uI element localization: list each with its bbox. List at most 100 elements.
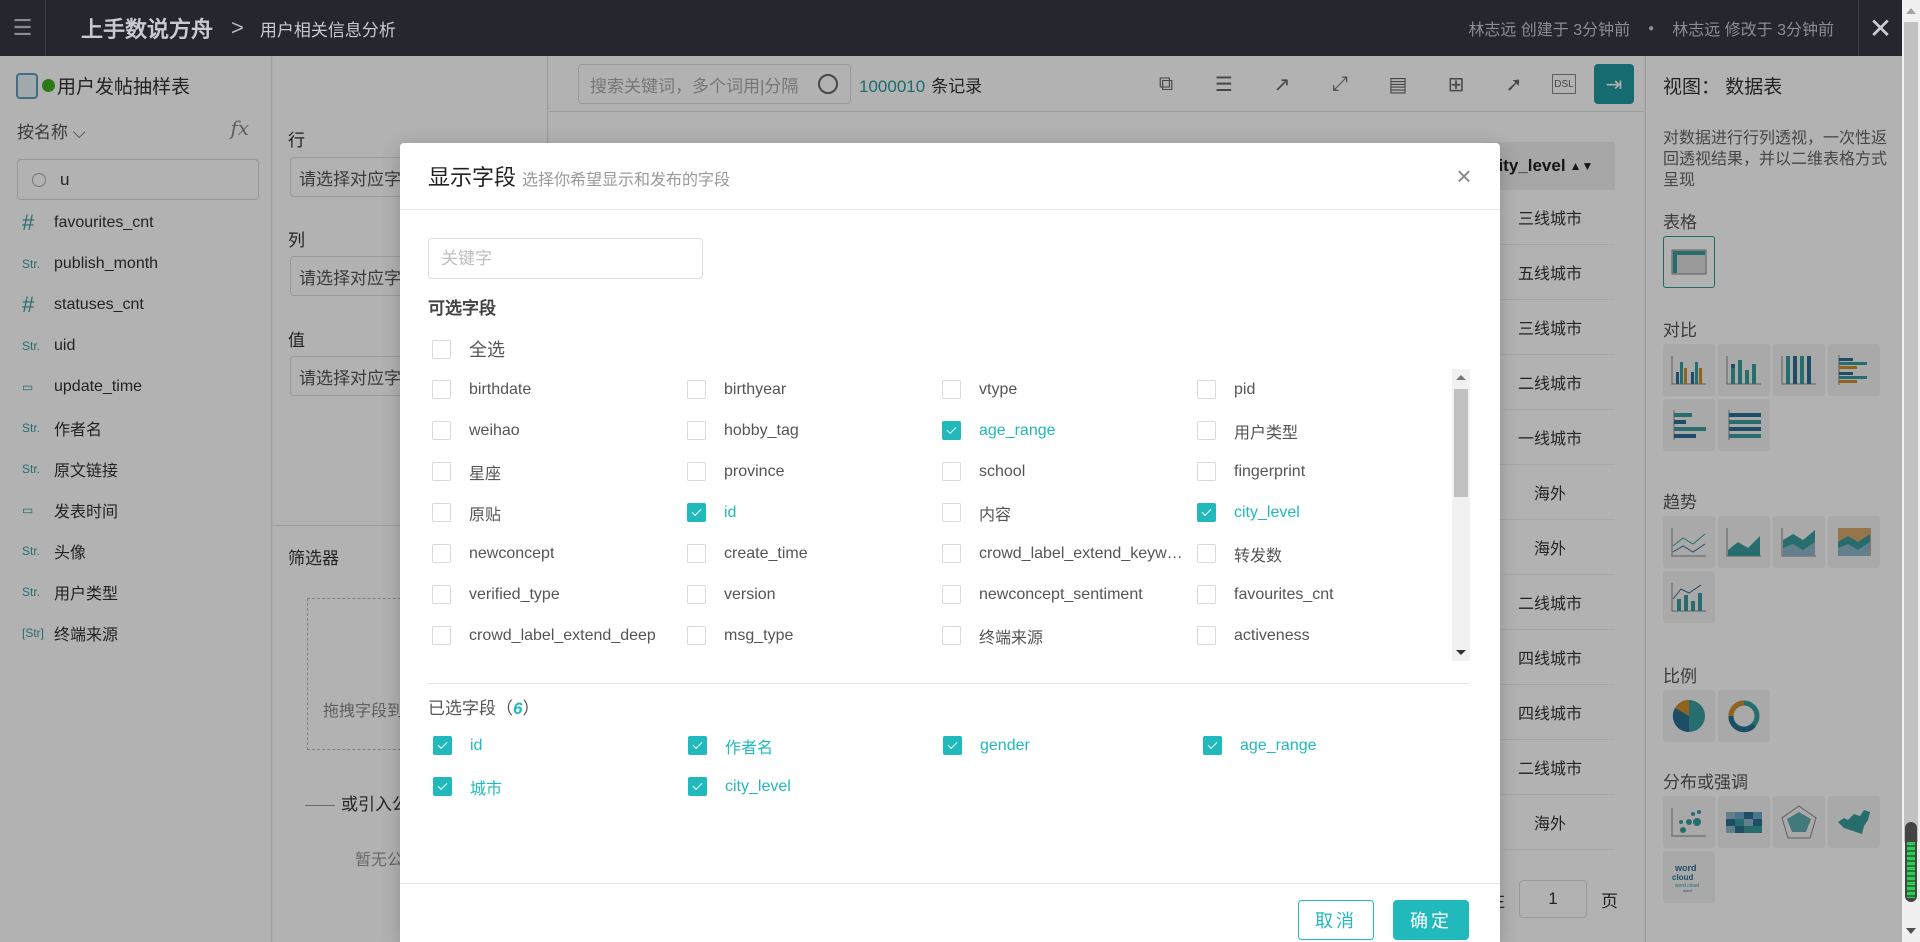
checkbox[interactable] xyxy=(1197,544,1216,563)
scroll-thumb[interactable] xyxy=(1454,389,1468,497)
field-checkbox-item[interactable]: birthdate xyxy=(428,369,683,410)
field-checkbox-item[interactable]: weihao xyxy=(428,410,683,451)
field-checkbox-item[interactable]: age_range xyxy=(938,410,1193,451)
field-checkbox-item[interactable]: newconcept xyxy=(428,533,683,574)
created-info: 林志远 创建于 3分钟前 xyxy=(1468,22,1631,39)
scroll-thumb[interactable] xyxy=(1904,22,1918,842)
scroll-down-icon[interactable] xyxy=(1456,650,1466,655)
field-checkbox-item[interactable]: version xyxy=(683,574,938,615)
field-checkbox-item[interactable]: activeness xyxy=(1193,615,1448,656)
checkbox[interactable] xyxy=(687,380,706,399)
checkbox[interactable] xyxy=(942,503,961,522)
checkbox[interactable] xyxy=(942,544,961,563)
checkbox[interactable] xyxy=(432,380,451,399)
scroll-up-icon[interactable] xyxy=(1906,8,1916,14)
selected-field-item[interactable]: id xyxy=(428,725,683,766)
checkbox[interactable] xyxy=(1197,585,1216,604)
scroll-up-icon[interactable] xyxy=(1456,375,1466,380)
confirm-button[interactable]: 确定 xyxy=(1393,900,1469,940)
checkbox-checked[interactable] xyxy=(1197,503,1216,522)
selected-field-label: gender xyxy=(980,736,1030,754)
scroll-down-icon[interactable] xyxy=(1906,928,1916,934)
selected-field-item[interactable]: 作者名 xyxy=(683,725,938,766)
checkbox[interactable] xyxy=(1197,626,1216,645)
dialog-title: 显示字段 xyxy=(428,165,517,190)
field-checkbox-item[interactable]: 转发数 xyxy=(1193,533,1448,574)
hamburger-menu-icon[interactable]: ☰ xyxy=(0,0,46,56)
field-label: birthyear xyxy=(724,380,787,398)
select-all-checkbox[interactable]: 全选 xyxy=(432,336,505,362)
window-scrollbar[interactable] xyxy=(1902,0,1920,942)
checkbox-checked[interactable] xyxy=(687,503,706,522)
checkbox[interactable] xyxy=(1197,380,1216,399)
checkbox[interactable] xyxy=(687,544,706,563)
cancel-button[interactable]: 取消 xyxy=(1298,900,1374,940)
field-checkbox-item[interactable]: pid xyxy=(1193,369,1448,410)
field-checkbox-item[interactable]: 终端来源 xyxy=(938,615,1193,656)
checkbox[interactable] xyxy=(432,544,451,563)
field-label: activeness xyxy=(1234,626,1310,644)
field-checkbox-item[interactable]: id xyxy=(683,492,938,533)
keyword-input[interactable] xyxy=(428,238,703,279)
field-checkbox-item[interactable]: fingerprint xyxy=(1193,451,1448,492)
field-checkbox-item[interactable]: province xyxy=(683,451,938,492)
field-checkbox-item[interactable]: 原贴 xyxy=(428,492,683,533)
checkbox[interactable] xyxy=(942,585,961,604)
field-checkbox-item[interactable]: 内容 xyxy=(938,492,1193,533)
selected-label: 已选字段（ xyxy=(428,699,513,718)
field-label: newconcept_sentiment xyxy=(979,585,1143,603)
checkbox[interactable] xyxy=(942,626,961,645)
checkbox[interactable] xyxy=(687,585,706,604)
field-checkbox-item[interactable]: city_level xyxy=(1193,492,1448,533)
checkbox[interactable] xyxy=(942,462,961,481)
checkbox[interactable] xyxy=(432,585,451,604)
field-checkbox-item[interactable]: favourites_cnt xyxy=(1193,574,1448,615)
checkbox[interactable] xyxy=(432,421,451,440)
checkbox[interactable] xyxy=(687,462,706,481)
checkbox[interactable] xyxy=(1197,421,1216,440)
checkbox[interactable] xyxy=(432,626,451,645)
field-checkbox-item[interactable]: 用户类型 xyxy=(1193,410,1448,451)
dialog-header: 显示字段 选择你希望显示和发布的字段 xyxy=(400,143,1500,210)
field-checkbox-item[interactable]: school xyxy=(938,451,1193,492)
checkbox[interactable] xyxy=(432,503,451,522)
checkbox[interactable] xyxy=(432,462,451,481)
checkbox[interactable] xyxy=(687,626,706,645)
field-checkbox-item[interactable]: verified_type xyxy=(428,574,683,615)
field-checkbox-item[interactable]: newconcept_sentiment xyxy=(938,574,1193,615)
checkbox[interactable] xyxy=(1197,462,1216,481)
field-checkbox-item[interactable]: crowd_label_extend_keyword xyxy=(938,533,1193,574)
checkbox-checked[interactable] xyxy=(433,777,452,796)
close-icon[interactable]: × xyxy=(1452,163,1476,189)
checkbox-checked[interactable] xyxy=(1203,736,1222,755)
close-icon[interactable]: ✕ xyxy=(1858,0,1902,56)
checkbox-checked[interactable] xyxy=(688,736,707,755)
field-checkbox-item[interactable]: msg_type xyxy=(683,615,938,656)
checkbox[interactable] xyxy=(687,421,706,440)
selected-field-item[interactable]: city_level xyxy=(683,766,938,807)
field-checkbox-item[interactable]: crowd_label_extend_deep xyxy=(428,615,683,656)
field-label: 终端来源 xyxy=(979,629,1044,647)
checkbox-checked[interactable] xyxy=(942,421,961,440)
checkbox-checked[interactable] xyxy=(433,736,452,755)
field-checkbox-item[interactable]: hobby_tag xyxy=(683,410,938,451)
field-label: age_range xyxy=(979,421,1056,439)
checkbox[interactable] xyxy=(432,339,451,359)
checkbox-checked[interactable] xyxy=(688,777,707,796)
field-checkbox-item[interactable]: vtype xyxy=(938,369,1193,410)
dialog-footer-divider xyxy=(400,883,1500,884)
selected-field-item[interactable]: 城市 xyxy=(428,766,683,807)
field-checkbox-item[interactable]: 星座 xyxy=(428,451,683,492)
selected-field-item[interactable]: gender xyxy=(938,725,1198,766)
breadcrumb-app[interactable]: 上手数说方舟 xyxy=(81,12,213,44)
checkbox[interactable] xyxy=(942,380,961,399)
checkbox-checked[interactable] xyxy=(943,736,962,755)
field-label: birthdate xyxy=(469,380,532,398)
field-checkbox-item[interactable]: create_time xyxy=(683,533,938,574)
fields-scrollbar[interactable] xyxy=(1452,369,1470,661)
field-label: favourites_cnt xyxy=(1234,585,1334,603)
dialog-subtitle: 选择你希望显示和发布的字段 xyxy=(522,172,731,189)
field-label: version xyxy=(724,585,776,603)
selected-field-item[interactable]: age_range xyxy=(1198,725,1453,766)
field-checkbox-item[interactable]: birthyear xyxy=(683,369,938,410)
